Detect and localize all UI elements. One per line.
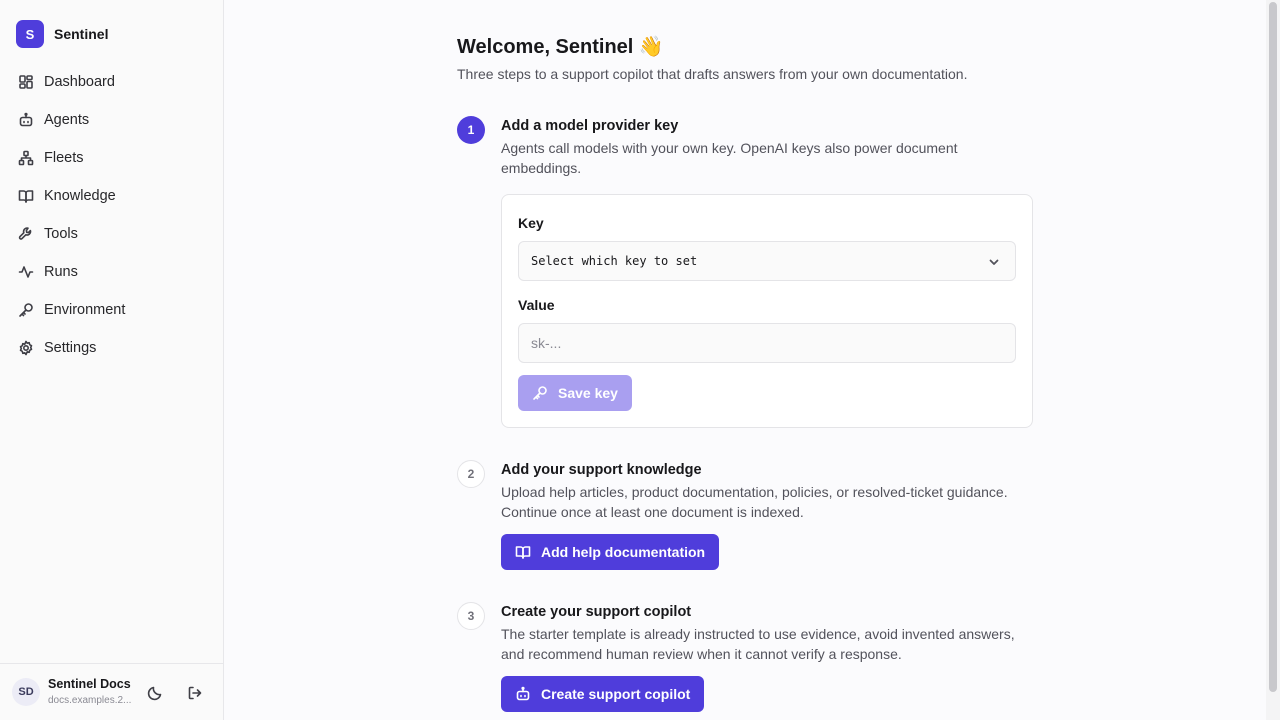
user-subtitle: docs.examples.2... bbox=[48, 695, 132, 706]
key-icon bbox=[533, 386, 547, 400]
sidebar-item-fleets[interactable]: Fleets bbox=[8, 139, 216, 177]
step-3-title: Create your support copilot bbox=[501, 604, 692, 620]
scrollbar[interactable] bbox=[1266, 0, 1280, 720]
bot-icon bbox=[19, 112, 33, 127]
page-title: Welcome, Sentinel 👋 bbox=[457, 36, 664, 58]
sidebar-item-tools[interactable]: Tools bbox=[8, 215, 216, 253]
page-subtitle: Three steps to a support copilot that dr… bbox=[457, 66, 968, 82]
sidebar-item-settings[interactable]: Settings bbox=[8, 329, 216, 367]
sidebar-item-label: Fleets bbox=[44, 150, 84, 166]
theme-toggle-button[interactable] bbox=[145, 683, 165, 703]
create-support-copilot-button[interactable]: Create support copilot bbox=[501, 676, 705, 712]
gear-icon bbox=[19, 340, 33, 356]
key-value-input[interactable] bbox=[518, 323, 1016, 363]
book-icon bbox=[18, 190, 34, 203]
key-label: Key bbox=[518, 215, 544, 231]
sidebar-item-environment[interactable]: Environment bbox=[8, 291, 216, 329]
main-content: Welcome, Sentinel 👋 Three steps to a sup… bbox=[224, 0, 1266, 720]
network-icon bbox=[18, 150, 34, 166]
step-2-title: Add your support knowledge bbox=[501, 462, 702, 478]
user-name: Sentinel Docs bbox=[48, 677, 131, 691]
step-1-title: Add a model provider key bbox=[501, 118, 679, 134]
moon-icon bbox=[147, 686, 162, 701]
sidebar-item-label: Dashboard bbox=[44, 74, 115, 90]
add-help-documentation-label: Add help documentation bbox=[541, 544, 706, 560]
save-key-label: Save key bbox=[558, 385, 618, 401]
logout-button[interactable] bbox=[185, 683, 205, 703]
sidebar-item-runs[interactable]: Runs bbox=[8, 253, 216, 291]
step-3-description: The starter template is already instruct… bbox=[501, 626, 1015, 662]
key-select[interactable]: Select which key to set bbox=[518, 241, 1016, 281]
add-help-documentation-button[interactable]: Add help documentation bbox=[501, 534, 720, 570]
sidebar-item-label: Runs bbox=[44, 264, 78, 280]
scrollbar-thumb[interactable] bbox=[1269, 2, 1277, 692]
sidebar-item-dashboard[interactable]: Dashboard bbox=[8, 63, 216, 101]
sidebar-item-label: Agents bbox=[44, 112, 90, 128]
brand[interactable]: S Sentinel bbox=[16, 20, 108, 48]
step-2-description: Upload help articles, product documentat… bbox=[501, 484, 1008, 520]
wrench-icon bbox=[18, 227, 32, 240]
save-key-button[interactable]: Save key bbox=[518, 375, 632, 411]
sidebar-item-agents[interactable]: Agents bbox=[8, 101, 216, 139]
brand-name: Sentinel bbox=[54, 26, 109, 42]
step-1-number: 1 bbox=[457, 116, 485, 144]
bot-icon bbox=[516, 686, 530, 701]
sidebar-item-label: Settings bbox=[44, 340, 97, 356]
sidebar-item-label: Tools bbox=[44, 226, 78, 242]
sidebar-item-label: Knowledge bbox=[44, 188, 116, 204]
sidebar: S Sentinel Dashboard Agents Fleets Knowl… bbox=[0, 0, 224, 720]
value-label: Value bbox=[518, 297, 555, 313]
sidebar-item-knowledge[interactable]: Knowledge bbox=[8, 177, 216, 215]
brand-logo: S bbox=[16, 20, 44, 48]
provider-key-card: Key Select which key to set Value Save k… bbox=[501, 194, 1033, 428]
sidebar-item-label: Environment bbox=[44, 302, 126, 318]
logout-icon bbox=[188, 686, 202, 700]
activity-icon bbox=[18, 266, 34, 278]
book-icon bbox=[515, 546, 531, 559]
dashboard-icon bbox=[19, 75, 33, 89]
sidebar-nav: Dashboard Agents Fleets Knowledge Tools … bbox=[8, 63, 216, 367]
create-support-copilot-label: Create support copilot bbox=[541, 686, 691, 702]
key-icon bbox=[19, 303, 33, 317]
user-footer: SD Sentinel Docs docs.examples.2... bbox=[0, 663, 223, 720]
key-select-value: Select which key to set bbox=[531, 254, 698, 268]
chevron-down-icon bbox=[989, 259, 999, 265]
step-1-description: Agents call models with your own key. Op… bbox=[501, 140, 958, 176]
avatar[interactable]: SD bbox=[12, 678, 40, 706]
step-3-number: 3 bbox=[457, 602, 485, 630]
step-2-number: 2 bbox=[457, 460, 485, 488]
